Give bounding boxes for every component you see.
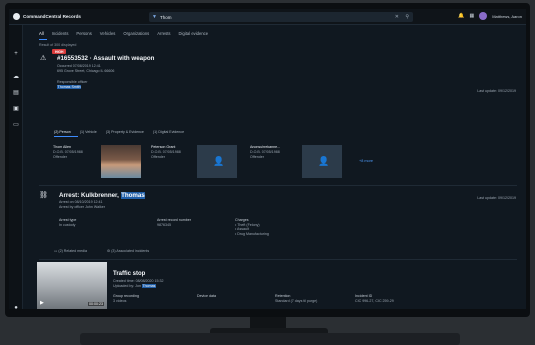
person-dob: D.O.B. 07/05/1988 — [250, 149, 280, 154]
video-thumbnail[interactable]: ▶ 00:00:23 — [37, 262, 107, 309]
officer-name-value: Thomas Smith — [57, 84, 82, 89]
arrest-meta: Arrest on 08/10/2019 12:41 Arrest by off… — [59, 200, 105, 209]
play-icon[interactable]: ▶ — [40, 300, 44, 306]
subtab-property-evidence[interactable]: (3) Property & Evidence — [106, 130, 144, 134]
app-screen: CommandCentral Records ▼ Thom ✕ ⚲ 🔔 ▦ Ma… — [9, 9, 526, 309]
arrest-record: Arrest record number 9876345 — [157, 218, 191, 227]
device-data: Device data — [197, 294, 216, 298]
associated-incidents-link[interactable]: ⚙ (3) Associated incidents — [107, 249, 149, 254]
more-persons-link[interactable]: +8 more — [359, 159, 373, 163]
incident-officer-block: Responsible officer Thomas Smith — [57, 80, 88, 89]
arrest-last-update: Last update: 09/12/2019 — [477, 196, 516, 200]
tab-organizations[interactable]: Organizations — [123, 31, 149, 36]
desk-bar — [80, 333, 460, 345]
uploader-highlight: Thomas — [141, 283, 156, 288]
person-role: Offender — [151, 154, 165, 159]
search-icon[interactable]: ⚲ — [405, 14, 409, 20]
related-media-link[interactable]: ▭ (2) Related media — [54, 249, 87, 254]
subtab-vehicle[interactable]: (1) Vehicle — [80, 130, 97, 134]
person-icon: 👤 — [213, 156, 225, 166]
app-name: CommandCentral Records — [23, 14, 81, 19]
tab-digital-evidence[interactable]: Digital evidence — [179, 31, 209, 36]
arrest-icon: ⛓ — [39, 192, 48, 199]
tab-vehicles[interactable]: Vehicles — [100, 31, 116, 36]
incident-subtabs: (2) Person (1) Vehicle (3) Property & Ev… — [54, 130, 184, 134]
tab-arrests[interactable]: Arrests — [157, 31, 170, 36]
user-name[interactable]: Matthews, Aaron — [492, 14, 522, 19]
arrest-title-text: Arrest: Kulkbrenner, — [59, 192, 121, 199]
result-tabs: All Incidents Persons Vehicles Organizat… — [39, 31, 208, 36]
contacts-icon[interactable]: ▣ — [12, 105, 20, 112]
traffic-uploaded: Uploaded by: Jon Thomas — [113, 283, 156, 288]
document-icon[interactable]: ▤ — [12, 89, 20, 96]
arrest-title-highlight: Thomas — [120, 192, 146, 199]
officer-label: Responsible officer — [57, 80, 88, 84]
monitor-icon[interactable]: ▭ — [12, 121, 20, 128]
charge-item: • Drug Manufacturing — [235, 231, 269, 236]
divider — [39, 259, 517, 260]
person-placeholder[interactable]: 👤 — [302, 145, 342, 178]
priority-badge: HIGH — [52, 49, 67, 54]
add-icon[interactable]: + — [12, 51, 20, 57]
incident-address: 695 Grove Street, Chicago IL 66606 — [57, 68, 115, 73]
tab-all[interactable]: All — [39, 31, 44, 36]
arrest-record-value: 9876345 — [157, 222, 171, 227]
user-avatar[interactable] — [479, 12, 488, 20]
subtab-person[interactable]: (2) Person — [54, 130, 71, 134]
cloud-icon[interactable]: ☁ — [12, 73, 20, 80]
person-role: Offender — [53, 154, 67, 159]
person-role: Offender — [250, 154, 264, 159]
arrest-type-value: In custody — [59, 222, 76, 227]
officer-name: Thomas Smith — [57, 84, 88, 90]
incident-last-update: Last update: 09/12/2019 — [477, 89, 516, 93]
arrest-officer: Arrest by officer John Walker — [59, 204, 105, 209]
traffic-title[interactable]: Traffic stop — [113, 271, 145, 277]
incident-title[interactable]: #16553532 · Assault with weapon — [57, 55, 154, 62]
person-dob: D.O.B. 07/05/1988 — [53, 149, 83, 154]
incident-id: Incident ID CIC 996-27, CIC 259-29 — [355, 294, 394, 303]
arrest-type-label: Arrest type — [59, 218, 77, 222]
incident-meta: Occurred 07/08/2019 12:41 695 Grove Stre… — [57, 64, 114, 73]
app-logo-icon — [13, 13, 20, 20]
traffic-meta: Created time: 08/08/2020 15:32 Uploaded … — [113, 279, 164, 288]
results-count: Result of 300 displayed — [39, 43, 77, 47]
person-card-1[interactable]: Thom Allen D.O.B. 07/05/1988 Offender — [53, 145, 83, 178]
group-recording: Group recording 3 videos — [113, 294, 139, 303]
person-card-2[interactable]: Peterson Grant D.O.B. 07/05/1988 Offende… — [151, 145, 181, 178]
search-bar[interactable]: ▼ Thom ✕ ⚲ — [149, 12, 413, 22]
active-tab-indicator — [39, 39, 47, 40]
arrest-date: Arrest on 08/10/2019 12:41 — [59, 200, 103, 204]
retention: Retention Standard (7 days til purge) — [275, 294, 318, 303]
person-card-3[interactable]: Anonsuhrekanne... D.O.B. 07/05/1988 Offe… — [250, 145, 280, 178]
active-subtab-indicator — [54, 136, 78, 137]
left-rail: + ☁ ▤ ▣ ▭ ● — [9, 25, 23, 309]
arrest-record-label: Arrest record number — [157, 218, 191, 222]
tab-incidents[interactable]: Incidents — [52, 31, 69, 36]
arrest-charges: Charges • Theft (Felony) • Assault • Dru… — [235, 218, 269, 236]
tab-persons[interactable]: Persons — [76, 31, 91, 36]
notifications-icon[interactable]: 🔔 — [458, 13, 464, 19]
person-icon: 👤 — [318, 156, 330, 166]
incident-icon: ⚠ — [40, 55, 47, 62]
apps-grid-icon[interactable]: ▦ — [469, 13, 474, 19]
search-input[interactable]: Thom — [160, 15, 172, 20]
divider — [39, 185, 517, 186]
person-placeholder[interactable]: 👤 — [197, 145, 237, 178]
clear-search-icon[interactable]: ✕ — [395, 14, 399, 20]
toolbar-right: 🔔 ▦ Matthews, Aaron — [458, 12, 522, 20]
account-icon[interactable]: ● — [12, 305, 20, 309]
arrest-title[interactable]: Arrest: Kulkbrenner, Thomas — [59, 192, 146, 199]
subtab-digital-evidence[interactable]: (1) Digital Evidence — [153, 130, 184, 134]
person-dob: D.O.B. 07/05/1988 — [151, 149, 181, 154]
top-bar: CommandCentral Records ▼ Thom ✕ ⚲ 🔔 ▦ Ma… — [9, 9, 526, 25]
video-duration: 00:00:23 — [88, 302, 104, 306]
person-photo[interactable] — [101, 145, 141, 178]
filter-icon[interactable]: ▼ — [152, 14, 157, 20]
arrest-type: Arrest type In custody — [59, 218, 76, 227]
